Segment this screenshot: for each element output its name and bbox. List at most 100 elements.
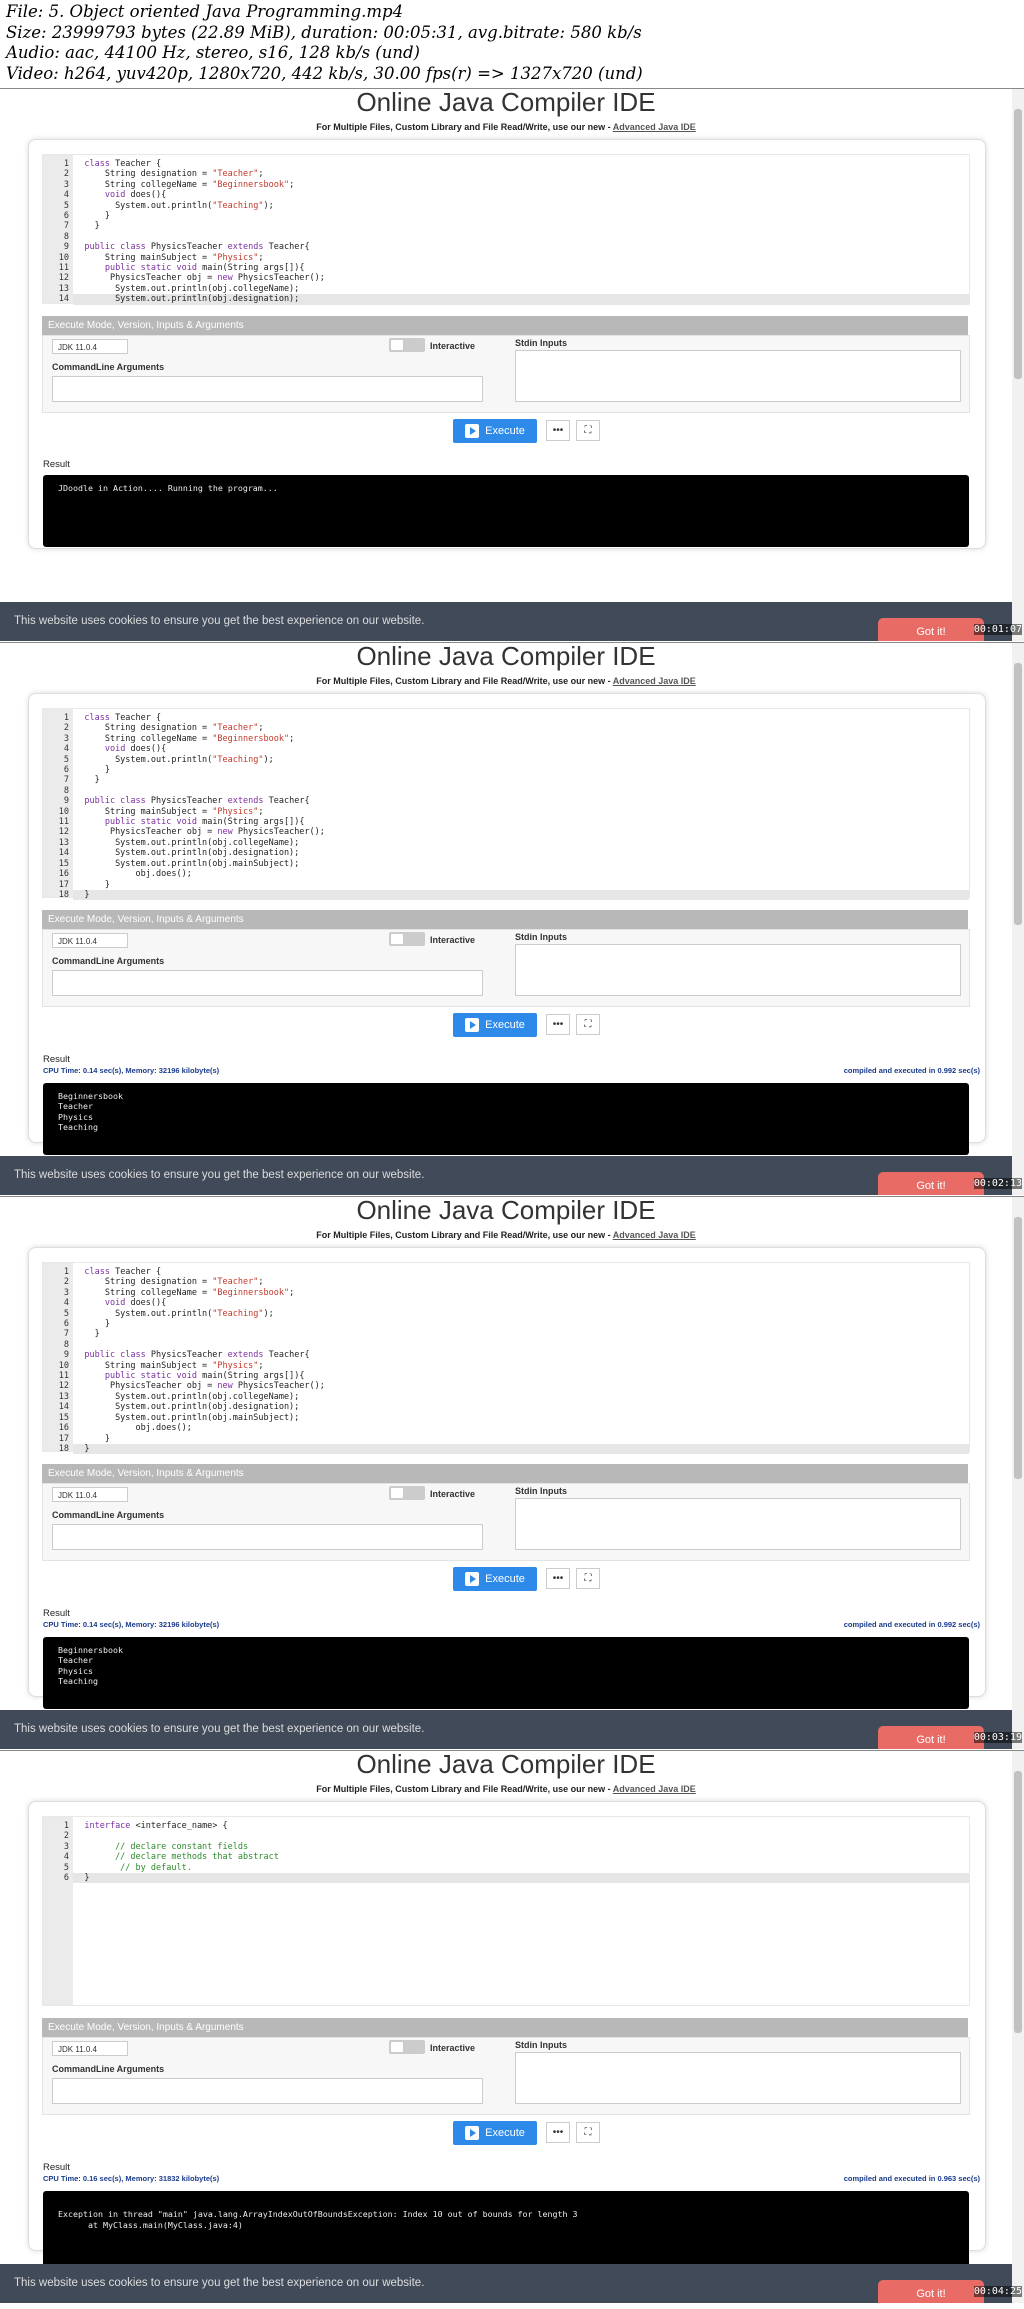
code-token: // declare methods that abstract xyxy=(84,1852,279,1863)
subtitle-text: For Multiple Files, Custom Library and F… xyxy=(316,1230,613,1240)
code-line: 9 public class PhysicsTeacher extends Te… xyxy=(43,242,325,252)
fullscreen-button[interactable]: ⛶ xyxy=(576,1568,600,1589)
scrollbar[interactable] xyxy=(1012,643,1024,1195)
advanced-ide-link[interactable]: Advanced Java IDE xyxy=(613,1230,696,1240)
stdin-input[interactable] xyxy=(515,1498,961,1550)
output-console: Exception in thread "main" java.lang.Arr… xyxy=(43,2191,969,2271)
output-line: Beginnersbook xyxy=(58,1645,123,1655)
output-line: at MyClass.main(MyClass.java:4) xyxy=(58,2219,243,2230)
code-token: "Physics" xyxy=(212,1360,259,1371)
execute-options-label: Execute Mode, Version, Inputs & Argument… xyxy=(48,914,244,925)
got-it-button[interactable]: Got it! xyxy=(878,2280,984,2303)
interactive-toggle[interactable] xyxy=(389,338,425,352)
cmdline-input[interactable] xyxy=(52,376,483,402)
more-options-button[interactable]: ••• xyxy=(546,420,570,441)
got-it-button[interactable]: Got it! xyxy=(878,1726,984,1749)
fullscreen-icon: ⛶ xyxy=(584,2127,592,2138)
execute-options-toggle[interactable]: Execute Mode, Version, Inputs & Argument… xyxy=(42,316,968,335)
interactive-toggle[interactable] xyxy=(389,1486,425,1500)
scrollbar-thumb[interactable] xyxy=(1014,109,1022,379)
interactive-label: Interactive xyxy=(430,2043,476,2053)
execute-options-toggle[interactable]: Execute Mode, Version, Inputs & Argument… xyxy=(42,1464,968,1483)
more-options-button[interactable]: ••• xyxy=(546,1014,570,1035)
scrollbar-thumb[interactable] xyxy=(1014,663,1022,925)
code-line: 5 System.out.println("Teaching"); xyxy=(43,1309,325,1319)
jdk-version-select[interactable]: JDK 11.0.4 xyxy=(52,339,128,354)
jdk-version-select[interactable]: JDK 11.0.4 xyxy=(52,933,128,948)
advanced-ide-link[interactable]: Advanced Java IDE xyxy=(613,676,696,686)
stdin-input[interactable] xyxy=(515,944,961,996)
execute-button[interactable]: Execute xyxy=(453,419,537,443)
stdin-input[interactable] xyxy=(515,350,961,402)
interactive-toggle[interactable] xyxy=(389,2040,425,2054)
fullscreen-button[interactable]: ⛶ xyxy=(576,420,600,441)
execute-options-panel: JDK 11.0.4 Interactive Stdin Inputs Command… xyxy=(42,335,970,413)
video-timestamp: 00:04:25 xyxy=(973,2286,1022,2297)
line-number: 18 xyxy=(58,1443,69,1454)
line-number: 13 xyxy=(58,283,69,294)
execute-options-label: Execute Mode, Version, Inputs & Argument… xyxy=(48,1468,244,1479)
code-token: ; xyxy=(258,723,264,734)
advanced-ide-link[interactable]: Advanced Java IDE xyxy=(613,122,696,132)
fullscreen-button[interactable]: ⛶ xyxy=(576,2122,600,2143)
execute-options-toggle[interactable]: Execute Mode, Version, Inputs & Argument… xyxy=(42,910,968,929)
code-editor[interactable]: 1 class Teacher {2 String designation = … xyxy=(42,154,970,305)
code-content[interactable]: 1 class Teacher {2 String designation = … xyxy=(43,1267,325,1454)
code-content[interactable]: 1 interface <interface_name> {2 3 // dec… xyxy=(43,1821,279,1883)
scrollbar[interactable] xyxy=(1012,1751,1024,2303)
interactive-toggle[interactable] xyxy=(389,932,425,946)
code-token: ; xyxy=(289,1287,295,1298)
code-token: main(String args[]){ xyxy=(196,263,305,274)
code-token: } xyxy=(84,879,110,890)
line-number: 6 xyxy=(63,765,69,776)
code-token: Teacher { xyxy=(109,713,162,723)
scrollbar[interactable] xyxy=(1012,89,1024,641)
code-token: main(String args[]){ xyxy=(196,1371,305,1382)
scrollbar-thumb[interactable] xyxy=(1014,1771,1022,2033)
line-number: 8 xyxy=(63,1339,69,1350)
code-token: PhysicsTeacher(); xyxy=(232,1381,325,1392)
got-it-button[interactable]: Got it! xyxy=(878,1172,984,1195)
code-editor[interactable]: 1 class Teacher {2 String designation = … xyxy=(42,1262,970,1455)
cmdline-input[interactable] xyxy=(52,2078,483,2104)
code-content[interactable]: 1 class Teacher {2 String designation = … xyxy=(43,713,325,900)
code-line: 17 } xyxy=(43,880,325,890)
result-label: Result xyxy=(43,1054,70,1065)
cmdline-label: CommandLine Arguments xyxy=(52,1510,165,1520)
jdk-version-select[interactable]: JDK 11.0.4 xyxy=(52,1487,128,1502)
cookie-text: This website uses cookies to ensure you … xyxy=(14,1723,425,1735)
code-token: String designation = xyxy=(84,723,213,734)
code-line: 6 } xyxy=(43,211,325,221)
ide-frame: Online Java Compiler IDE For Multiple Fil… xyxy=(0,642,1024,1195)
execute-button[interactable]: Execute xyxy=(453,1013,537,1037)
code-line: 3 String collegeName = "Beginnersbook"; xyxy=(43,734,325,744)
scrollbar-thumb[interactable] xyxy=(1014,1217,1022,1479)
scrollbar[interactable] xyxy=(1012,1197,1024,1749)
code-line: 1 class Teacher { xyxy=(43,159,325,169)
code-editor[interactable]: 1 class Teacher {2 String designation = … xyxy=(42,708,970,901)
code-token: new xyxy=(217,273,233,284)
line-number: 7 xyxy=(63,221,69,232)
execute-button[interactable]: Execute xyxy=(453,2121,537,2145)
got-it-button[interactable]: Got it! xyxy=(878,618,984,641)
code-line: 1 class Teacher { xyxy=(43,713,325,723)
execute-options-toggle[interactable]: Execute Mode, Version, Inputs & Argument… xyxy=(42,2018,968,2037)
code-line: 15 System.out.println(obj.mainSubject); xyxy=(43,859,325,869)
cmdline-input[interactable] xyxy=(52,1524,483,1550)
stdin-input[interactable] xyxy=(515,2052,961,2104)
code-editor[interactable]: 1 interface <interface_name> {2 3 // dec… xyxy=(42,1816,970,2006)
fullscreen-button[interactable]: ⛶ xyxy=(576,1014,600,1035)
cookie-text: This website uses cookies to ensure you … xyxy=(14,2277,425,2289)
more-options-button[interactable]: ••• xyxy=(546,2122,570,2143)
line-number: 11 xyxy=(58,1371,69,1382)
line-number: 13 xyxy=(58,1391,69,1402)
jdk-version-select[interactable]: JDK 11.0.4 xyxy=(52,2041,128,2056)
cmdline-input[interactable] xyxy=(52,970,483,996)
line-number: 3 xyxy=(63,179,69,190)
execute-button[interactable]: Execute xyxy=(453,1567,537,1591)
advanced-ide-link[interactable]: Advanced Java IDE xyxy=(613,1784,696,1794)
more-options-button[interactable]: ••• xyxy=(546,1568,570,1589)
page-title: Online Java Compiler IDE xyxy=(356,642,656,671)
code-content[interactable]: 1 class Teacher {2 String designation = … xyxy=(43,159,325,305)
